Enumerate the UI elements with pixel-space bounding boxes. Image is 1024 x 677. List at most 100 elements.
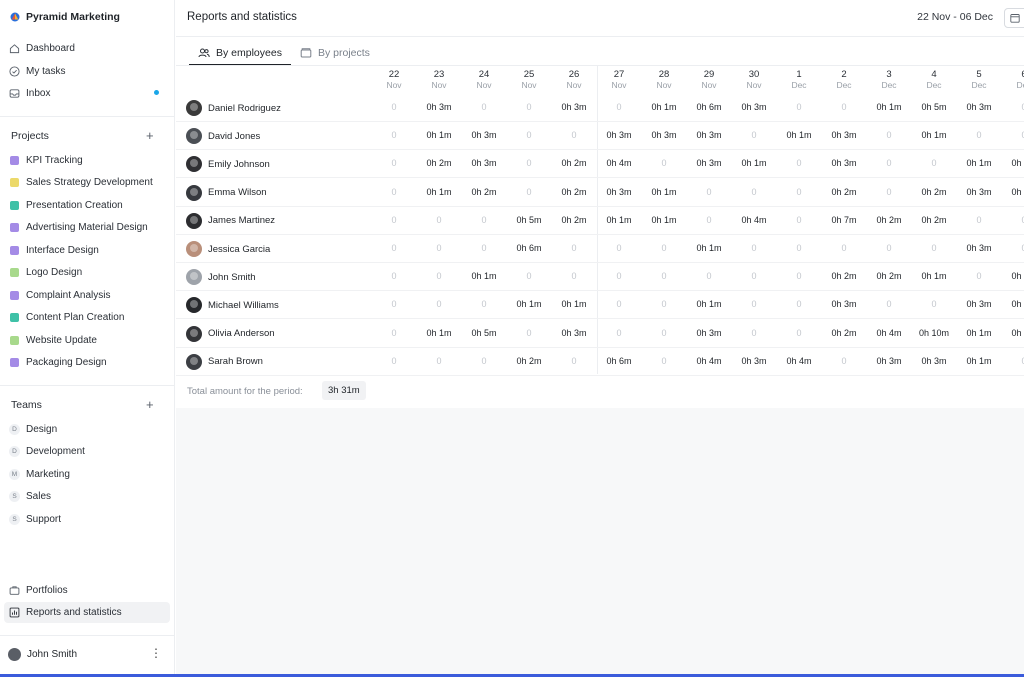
time-cell: 0h 3m [966, 243, 992, 253]
project-item[interactable]: Interface Design [10, 242, 99, 258]
empty-area [176, 408, 1024, 674]
time-cell: 0 [886, 186, 892, 197]
table-row[interactable]: Jessica Garcia 0 0 0 0h 6m 0 0 0 0h 1m 0 0 0 0 0 0h 3m… [176, 235, 1024, 263]
time-cell: 0 [616, 299, 622, 310]
team-item[interactable]: D Development [9, 444, 85, 460]
add-team-button[interactable]: + [146, 398, 154, 411]
team-initial-badge: D [9, 423, 20, 435]
team-label: Design [26, 423, 58, 435]
day-number: 25 [523, 69, 535, 80]
avatar [186, 128, 202, 145]
table-row[interactable]: Michael Williams 0 0 0 0h 1m 0h 1m 0 0 0h 1m 0 0 0h… [176, 291, 1024, 320]
employee-cell: David Jones [186, 128, 260, 145]
day-number: 27 [613, 69, 625, 80]
time-cell: 0 [481, 243, 487, 253]
user-menu-icon[interactable]: ⋮ [150, 646, 162, 660]
table-row[interactable]: David Jones 0 0h 1m 0h 3m 0 0 0h 3m 0h 3m 0h 3m 0… [176, 122, 1024, 151]
nav-my-tasks[interactable]: My tasks [9, 62, 167, 80]
nav-dashboard[interactable]: Dashboard [9, 39, 167, 57]
time-cell: 0 [661, 243, 667, 253]
time-cell: 0 [571, 355, 577, 366]
time-cell: 0h 6m [606, 355, 632, 366]
day-column-header: 4 Dec [912, 69, 956, 91]
day-number: 28 [658, 69, 670, 80]
team-item[interactable]: M Marketing [9, 466, 70, 482]
time-cell: 0h 2m [1011, 271, 1024, 282]
project-label: KPI Tracking [26, 154, 83, 166]
team-label: Sales [26, 491, 52, 502]
project-item[interactable]: Content Plan Creation [10, 310, 124, 326]
time-cell: 0 [661, 327, 667, 338]
table-row[interactable]: Emily Johnson 0 0h 2m 0h 3m 0 0h 2m 0h 4m 0 0h 3… [176, 150, 1024, 179]
table-row[interactable]: James Martinez 0 0 0 0h 5m 0h 2m 0h 1m 0h 1m 0 0h… [176, 207, 1024, 235]
calendar-icon [1010, 14, 1020, 23]
workspace-switcher[interactable]: Pyramid Marketing [10, 11, 120, 23]
day-month: Dec [926, 80, 942, 90]
project-item[interactable]: Complaint Analysis [10, 287, 110, 303]
time-cell: 0 [1021, 102, 1024, 112]
tab-by-projects[interactable]: By projects [300, 44, 370, 62]
project-item[interactable]: KPI Tracking [10, 152, 83, 168]
team-item[interactable]: S Support [9, 511, 61, 527]
time-cell: 0 [976, 271, 982, 282]
team-initial-badge: S [9, 491, 20, 502]
date-range[interactable]: 22 Nov - 06 Dec [917, 11, 993, 23]
time-cell: 0 [616, 243, 622, 253]
nav-reports[interactable]: Reports and statistics [9, 603, 167, 621]
tab-by-employees[interactable]: By employees [198, 44, 282, 62]
check-circle-icon [9, 65, 20, 77]
time-cell: 0h 2m [561, 214, 587, 225]
table-row[interactable]: Daniel Rodriguez 0 0h 3m 0 0 0h 3m 0 0h 1m 0h 6m… [176, 94, 1024, 122]
divider [0, 635, 174, 636]
project-item[interactable]: Presentation Creation [10, 197, 123, 213]
project-item[interactable]: Website Update [10, 332, 97, 348]
time-cell: 0h 3m [651, 130, 677, 141]
time-cell: 0h 3m [831, 130, 857, 141]
projects-heading: Projects [11, 130, 49, 142]
time-cell: 0h 1m [741, 158, 767, 169]
table-row[interactable]: John Smith 0 0 0h 1m 0 0 0 0 0 0 0 0h 2m 0h 2m 0h 1m 0… [176, 263, 1024, 292]
divider [176, 36, 1024, 37]
time-cell: 0 [661, 271, 667, 282]
day-number: 5 [976, 69, 982, 80]
reports-panel: Reports and statistics 22 Nov - 06 Dec B… [176, 0, 1024, 674]
time-cell: 0 [796, 214, 802, 225]
current-user[interactable]: John Smith [8, 648, 77, 661]
calendar-button[interactable] [1004, 8, 1024, 28]
project-item[interactable]: Packaging Design [10, 355, 107, 371]
day-column-header: 24 Nov [462, 69, 506, 91]
table-row[interactable]: Sarah Brown 0 0 0 0h 2m 0 0h 6m 0 0h 4m 0h 3m 0h 4… [176, 348, 1024, 376]
day-month: Nov [386, 80, 402, 90]
add-project-button[interactable]: + [146, 129, 154, 142]
day-month: Dec [836, 80, 852, 90]
nav-inbox[interactable]: Inbox [9, 84, 167, 102]
nav-portfolios[interactable]: Portfolios [9, 581, 167, 599]
time-cell: 0 [796, 299, 802, 310]
employee-name: John Smith [208, 271, 256, 283]
table-row[interactable]: Emma Wilson 0 0h 1m 0h 2m 0 0h 2m 0h 3m 0h 1m 0 0… [176, 179, 1024, 207]
day-column-header: 28 Nov [642, 69, 686, 91]
time-cell: 0h 2m [831, 271, 857, 282]
team-item[interactable]: S Sales [9, 489, 51, 505]
project-item[interactable]: Advertising Material Design [10, 220, 148, 236]
project-item[interactable]: Logo Design [10, 265, 82, 281]
table-row[interactable]: Olivia Anderson 0 0h 1m 0h 5m 0 0h 3m 0 0 0h 3m 0… [176, 320, 1024, 348]
time-cell: 0h 1m [516, 299, 542, 310]
time-cell: 0h 2m [561, 158, 587, 169]
day-month: Dec [1016, 80, 1024, 90]
time-cell: 0h 3m [966, 299, 992, 310]
time-cell: 0h 3m [561, 102, 587, 112]
time-cell: 0h 2m [876, 214, 902, 225]
home-icon [9, 43, 20, 53]
team-item[interactable]: D Design [9, 421, 57, 437]
project-color-icon [10, 155, 19, 165]
team-label: Support [26, 513, 62, 525]
time-cell: 0h 1m [561, 299, 587, 310]
day-month: Nov [611, 80, 627, 90]
time-cell: 0 [976, 130, 982, 141]
employee-name: Sarah Brown [208, 356, 263, 368]
day-month: Dec [881, 80, 897, 90]
employee-name: James Martinez [208, 215, 276, 227]
project-item[interactable]: Sales Strategy Development [10, 175, 153, 191]
time-cell: 0 [616, 102, 622, 112]
